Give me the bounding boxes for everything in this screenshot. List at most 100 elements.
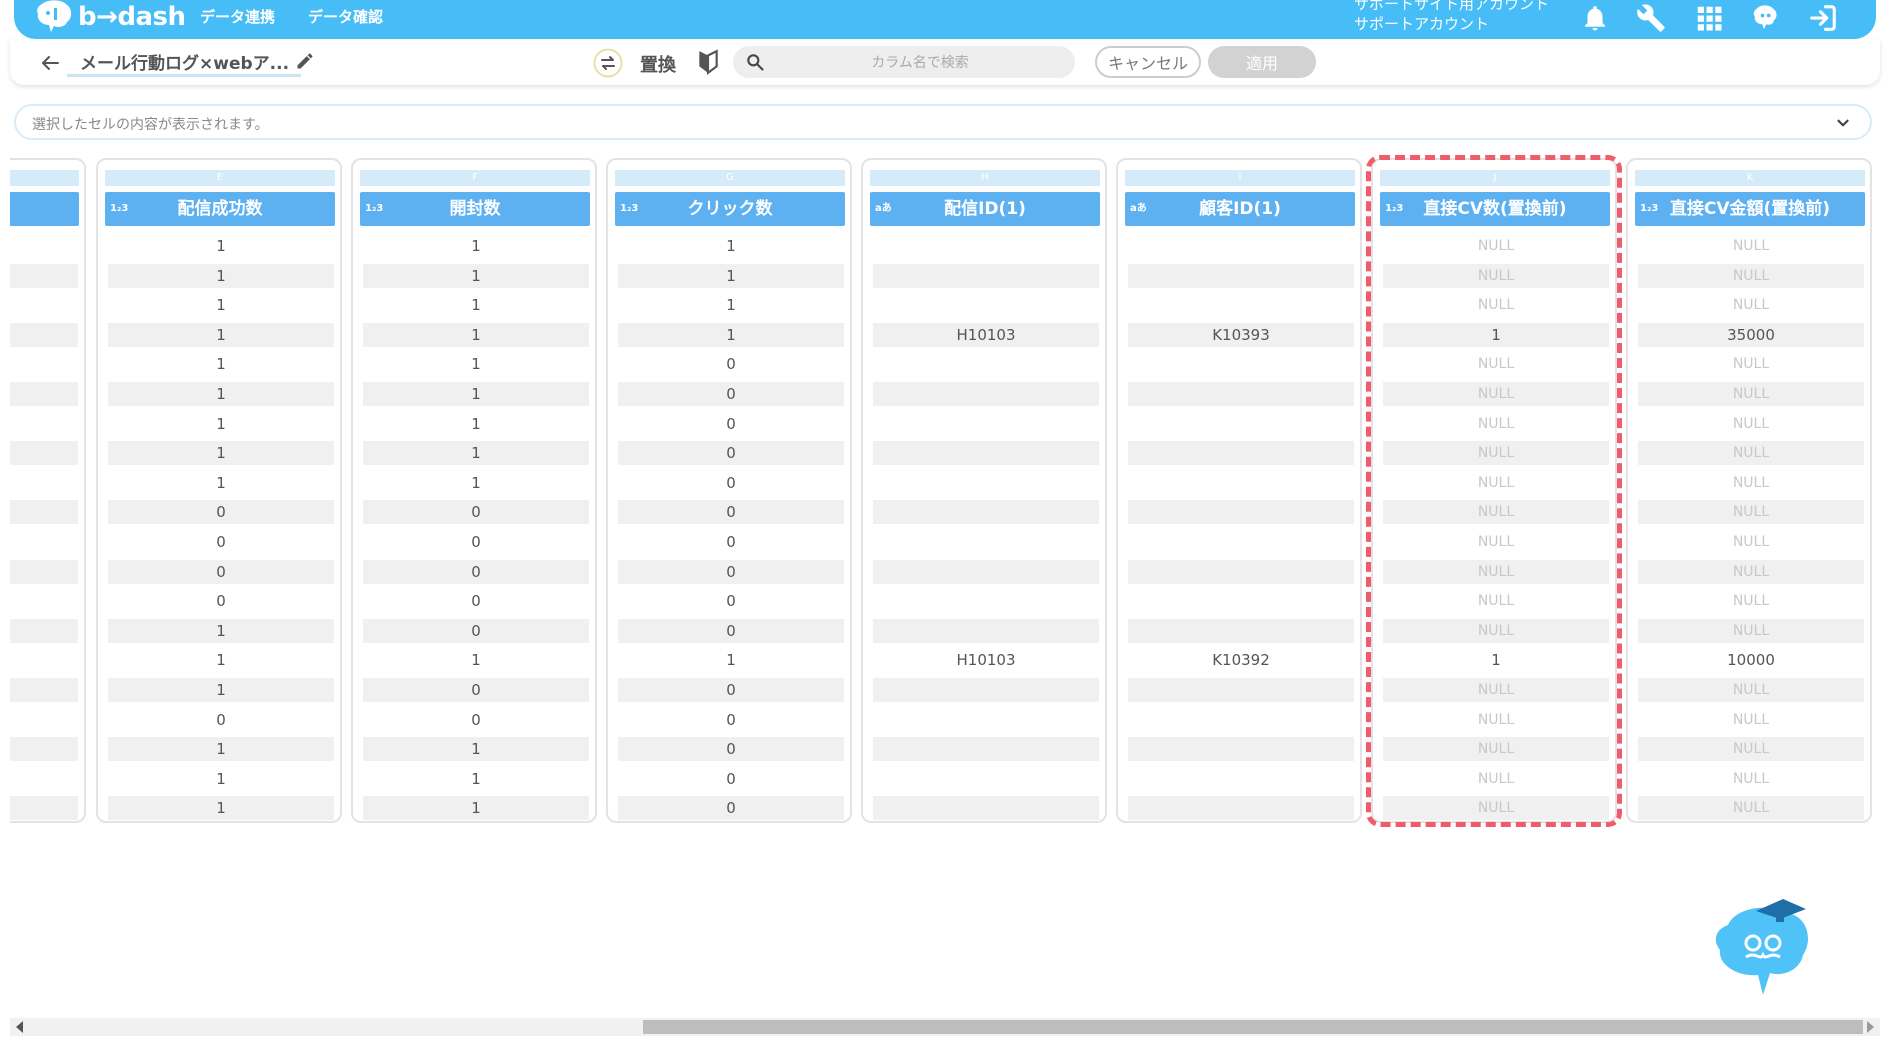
table-cell[interactable]: 1 (363, 471, 589, 495)
table-cell[interactable] (1128, 263, 1354, 288)
table-cell[interactable] (1128, 737, 1354, 762)
table-cell[interactable]: 1 (363, 352, 589, 376)
table-cell[interactable] (1128, 559, 1354, 584)
table-cell[interactable] (873, 471, 1099, 495)
table-cell[interactable]: NULL (1383, 500, 1609, 525)
table-cell[interactable] (10, 678, 78, 702)
table-cell[interactable]: NULL (1638, 471, 1864, 495)
table-cell[interactable]: 0 (363, 500, 589, 525)
table-cell[interactable] (1128, 767, 1354, 791)
table-cell[interactable]: NULL (1638, 589, 1864, 613)
table-cell[interactable]: NULL (1383, 767, 1609, 791)
table-cell[interactable]: 0 (618, 796, 844, 821)
table-cell[interactable]: NULL (1383, 412, 1609, 436)
table-cell[interactable] (10, 648, 78, 672)
table-cell[interactable]: 1 (363, 796, 589, 821)
column-header[interactable]: 1₂3 クリック数 (615, 192, 845, 226)
table-cell[interactable]: 0 (363, 589, 589, 613)
table-cell[interactable] (873, 382, 1099, 406)
table-cell[interactable]: 1 (363, 648, 589, 672)
table-cell[interactable] (1128, 530, 1354, 554)
table-cell[interactable]: 1 (108, 471, 334, 495)
column-search[interactable] (733, 46, 1075, 80)
table-cell[interactable] (873, 796, 1099, 821)
table-cell[interactable] (10, 441, 78, 466)
table-cell[interactable] (873, 737, 1099, 762)
nav-data-integration[interactable]: データ連携 (200, 6, 275, 27)
table-cell[interactable] (1128, 441, 1354, 466)
table-cell[interactable] (10, 412, 78, 436)
table-cell[interactable]: 1 (1383, 322, 1609, 347)
brain-assistant-icon[interactable] (1750, 3, 1780, 33)
table-cell[interactable]: 0 (618, 441, 844, 466)
table-cell[interactable]: NULL (1638, 293, 1864, 317)
table-cell[interactable]: 1 (618, 322, 844, 347)
table-cell[interactable]: NULL (1383, 678, 1609, 702)
table-cell[interactable]: 1 (618, 293, 844, 317)
table-cell[interactable]: 0 (363, 678, 589, 702)
column-header[interactable]: 1₂3 配信成功数 (105, 192, 335, 226)
table-cell[interactable] (10, 322, 78, 347)
table-cell[interactable]: NULL (1638, 382, 1864, 406)
table-cell[interactable]: 0 (618, 382, 844, 406)
table-cell[interactable] (873, 352, 1099, 376)
table-cell[interactable]: 1 (108, 648, 334, 672)
table-cell[interactable]: 1 (363, 322, 589, 347)
table-cell[interactable] (10, 352, 78, 376)
table-cell[interactable] (1128, 589, 1354, 613)
table-cell[interactable] (873, 412, 1099, 436)
table-cell[interactable]: 1 (108, 678, 334, 702)
table-cell[interactable]: NULL (1383, 796, 1609, 821)
cancel-button[interactable]: キャンセル (1095, 46, 1201, 78)
table-cell[interactable]: NULL (1638, 559, 1864, 584)
table-cell[interactable]: 1 (108, 322, 334, 347)
table-cell[interactable]: 0 (108, 530, 334, 554)
table-cell[interactable] (873, 441, 1099, 466)
bdash-logo[interactable]: b→dash (34, 0, 186, 34)
column-header[interactable] (10, 192, 79, 226)
table-cell[interactable]: NULL (1638, 412, 1864, 436)
replace-label[interactable]: 置換 (640, 51, 676, 77)
table-cell[interactable]: 0 (618, 589, 844, 613)
nav-data-check[interactable]: データ確認 (308, 6, 383, 27)
table-cell[interactable]: K10393 (1128, 322, 1354, 347)
table-cell[interactable] (1128, 708, 1354, 732)
document-title[interactable]: メール行動ログ×webア... (80, 49, 289, 74)
table-cell[interactable] (873, 530, 1099, 554)
table-cell[interactable]: NULL (1638, 618, 1864, 643)
table-cell[interactable] (873, 767, 1099, 791)
table-cell[interactable]: 0 (618, 530, 844, 554)
table-cell[interactable]: 0 (363, 708, 589, 732)
table-cell[interactable]: K10392 (1128, 648, 1354, 672)
table-cell[interactable]: 1 (108, 352, 334, 376)
table-cell[interactable]: 0 (618, 618, 844, 643)
table-cell[interactable]: NULL (1383, 263, 1609, 288)
column-header[interactable]: aあ 配信ID(1) (870, 192, 1100, 226)
table-cell[interactable] (10, 708, 78, 732)
account-info[interactable]: サポートサイト用アカウント サポートアカウント (1354, 0, 1549, 34)
table-cell[interactable] (10, 263, 78, 288)
table-cell[interactable] (873, 234, 1099, 258)
table-cell[interactable] (1128, 618, 1354, 643)
table-cell[interactable] (1128, 352, 1354, 376)
table-cell[interactable]: NULL (1638, 767, 1864, 791)
table-cell[interactable]: 0 (108, 589, 334, 613)
table-cell[interactable]: NULL (1383, 382, 1609, 406)
scroll-right-arrow-icon[interactable] (1867, 1021, 1874, 1033)
back-arrow-icon[interactable] (38, 51, 62, 75)
table-cell[interactable]: NULL (1383, 471, 1609, 495)
table-cell[interactable] (10, 559, 78, 584)
brain-mascot-icon[interactable] (1708, 895, 1818, 1000)
table-cell[interactable]: NULL (1638, 500, 1864, 525)
column-header[interactable]: 1₂3 開封数 (360, 192, 590, 226)
table-cell[interactable]: 1 (108, 412, 334, 436)
table-cell[interactable]: 1 (1383, 648, 1609, 672)
apps-grid-icon[interactable] (1694, 3, 1724, 33)
table-cell[interactable]: NULL (1383, 352, 1609, 376)
table-cell[interactable]: 1 (363, 293, 589, 317)
table-cell[interactable] (1128, 796, 1354, 821)
table-cell[interactable] (1128, 471, 1354, 495)
table-cell[interactable]: 35000 (1638, 322, 1864, 347)
table-cell[interactable]: 0 (618, 708, 844, 732)
table-cell[interactable]: NULL (1383, 618, 1609, 643)
